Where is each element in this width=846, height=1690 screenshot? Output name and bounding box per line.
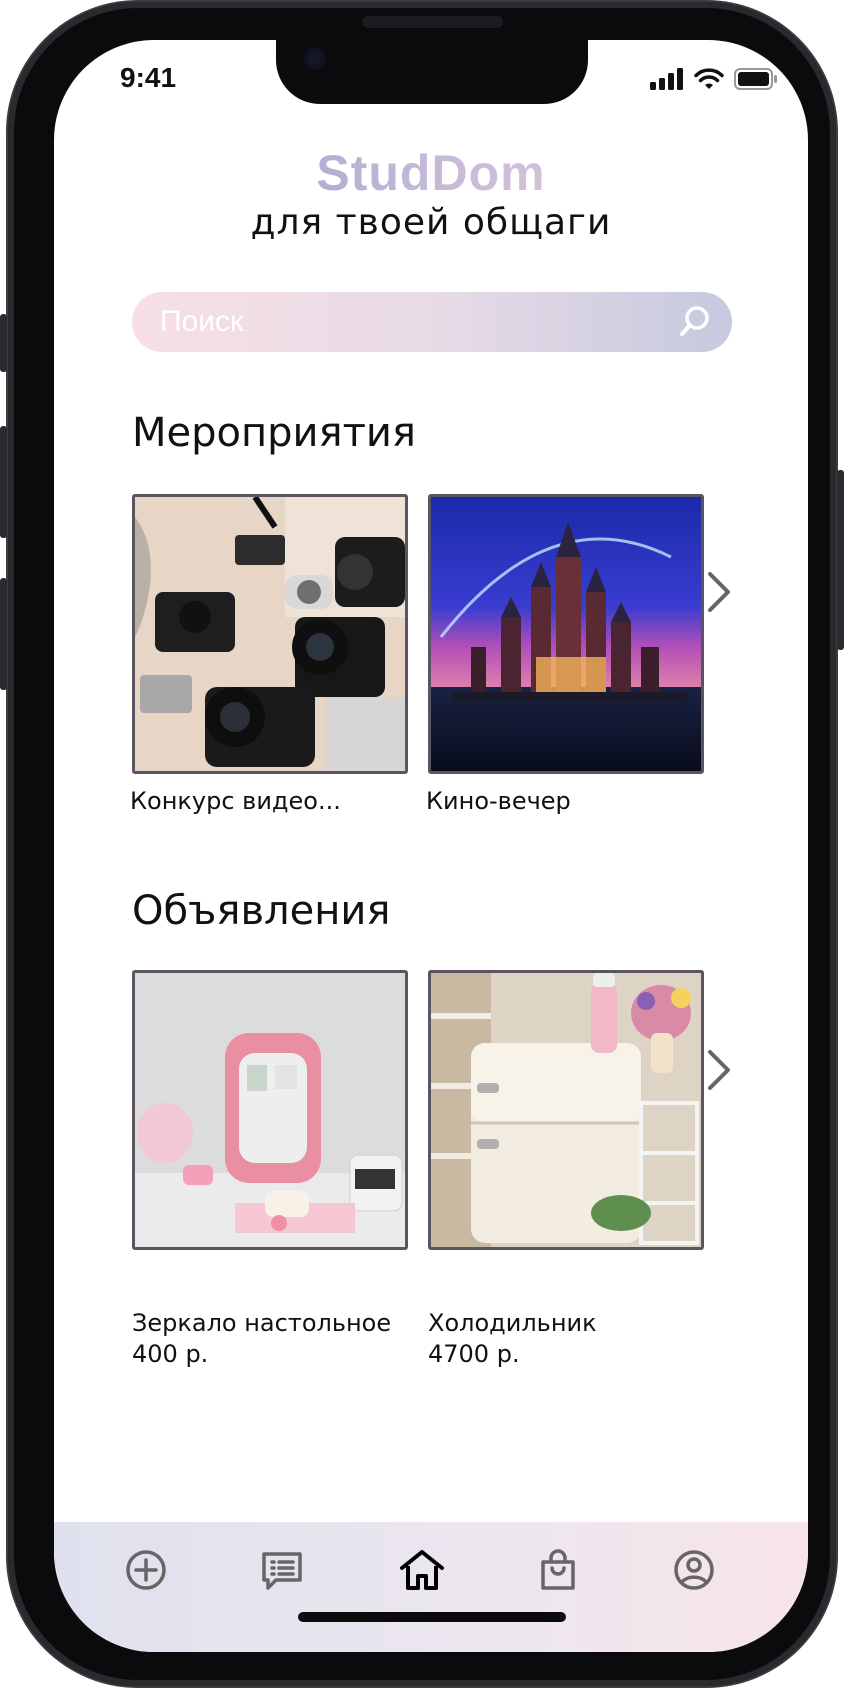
search-icon[interactable] <box>678 304 712 338</box>
volume-down-button <box>0 578 7 690</box>
event-image-cameras <box>135 497 405 771</box>
events-section-title: Мероприятия <box>132 410 416 456</box>
app-tagline: для твоей общаги <box>250 202 612 243</box>
bottom-tab-bar <box>54 1522 808 1652</box>
list-message-icon <box>262 1552 302 1590</box>
listing-image-fridge <box>431 973 701 1247</box>
status-time: 9:41 <box>120 62 177 93</box>
tab-home[interactable] <box>394 1542 450 1598</box>
tab-shop[interactable] <box>530 1542 586 1598</box>
listing-card-fridge[interactable] <box>428 970 704 1250</box>
app-logo: StudDom <box>54 144 808 202</box>
shopping-bag-icon <box>541 1549 575 1590</box>
event-caption: Кино-вечер <box>426 787 571 815</box>
battery-icon <box>734 68 777 90</box>
tab-profile[interactable] <box>666 1542 722 1598</box>
listing-title: Зеркало настольное <box>132 1309 392 1337</box>
event-caption: Конкурс видео... <box>130 787 341 815</box>
event-image-castle <box>431 497 701 771</box>
add-circle-icon <box>126 1550 166 1590</box>
listing-title: Холодильник <box>428 1309 597 1337</box>
listing-image-mirror <box>135 973 405 1247</box>
earpiece-speaker <box>362 16 502 28</box>
phone-frame: 9:41 StudDom для твоей общаги Поиск Меро… <box>0 2 844 1686</box>
listing-card-mirror[interactable] <box>132 970 408 1250</box>
cellular-signal-icon <box>650 68 683 90</box>
power-button <box>837 470 844 650</box>
profile-icon <box>674 1550 714 1590</box>
app-screen: 9:41 StudDom для твоей общаги Поиск Меро… <box>54 40 808 1652</box>
listing-price: 4700 р. <box>428 1340 520 1368</box>
status-icons <box>650 68 778 90</box>
wifi-icon <box>694 68 724 89</box>
home-indicator[interactable] <box>298 1612 566 1622</box>
listing-price: 400 р. <box>132 1340 209 1368</box>
listings-next-chevron-icon[interactable] <box>704 1048 734 1092</box>
search-input[interactable]: Поиск <box>132 292 732 352</box>
events-next-chevron-icon[interactable] <box>704 570 734 614</box>
event-card-movie-night[interactable] <box>428 494 704 774</box>
tab-messages[interactable] <box>254 1542 310 1598</box>
search-placeholder: Поиск <box>160 305 244 338</box>
volume-up-button <box>0 426 7 538</box>
mute-switch <box>0 314 7 372</box>
notch <box>276 16 588 104</box>
listings-section-title: Объявления <box>132 888 391 934</box>
event-card-video-contest[interactable] <box>132 494 408 774</box>
home-icon <box>400 1550 444 1590</box>
tab-add[interactable] <box>118 1542 174 1598</box>
front-camera <box>304 48 326 70</box>
